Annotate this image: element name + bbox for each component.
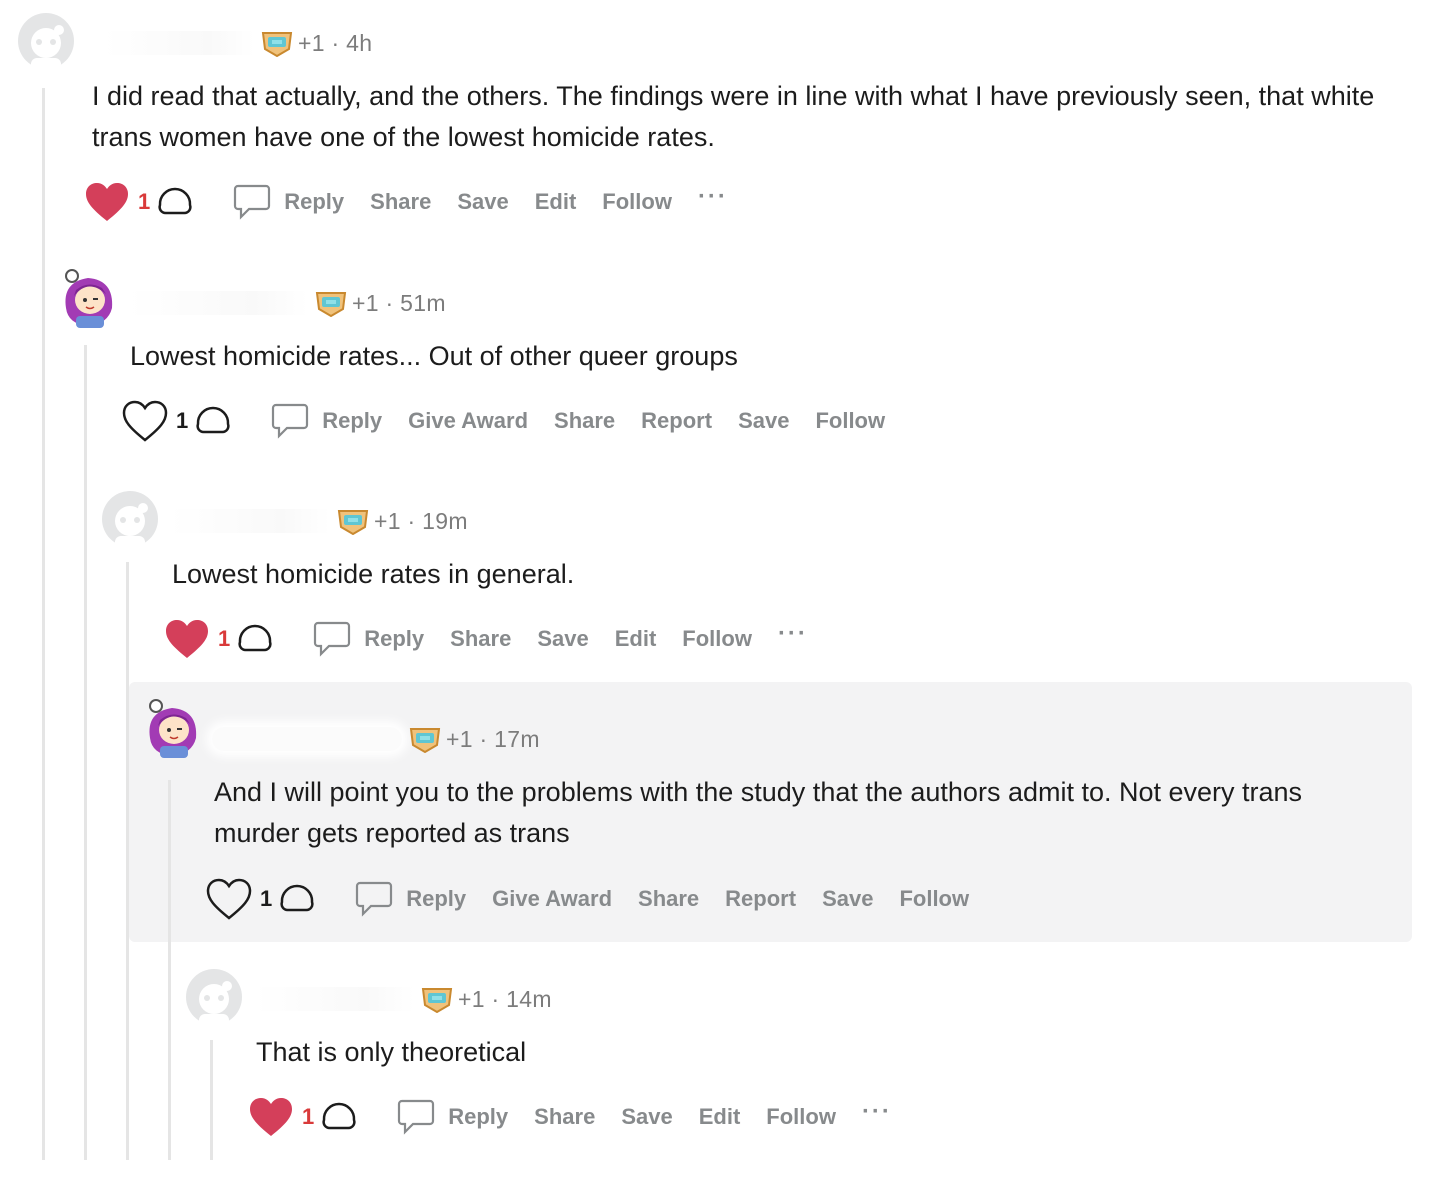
follow-button[interactable]: Follow — [766, 1104, 836, 1130]
username-redacted[interactable] — [254, 987, 414, 1011]
comment-bubble-icon[interactable] — [396, 1097, 436, 1137]
default-avatar-icon[interactable] — [101, 490, 159, 548]
share-button[interactable]: Share — [554, 408, 615, 434]
comment-bubble-icon[interactable] — [270, 401, 310, 441]
comment-actions: 1 Reply Give Award Share Report Save Fol… — [122, 399, 911, 443]
comment-meta: +1 · 19m — [374, 507, 468, 534]
report-button[interactable]: Report — [641, 408, 712, 434]
share-button[interactable]: Share — [534, 1104, 595, 1130]
more-options-icon[interactable]: ··· — [862, 1098, 892, 1126]
comment-bubble-icon[interactable] — [312, 619, 352, 659]
comment-header: +1 · 14m — [254, 984, 552, 1014]
share-button[interactable]: Share — [638, 886, 699, 912]
give-award-button[interactable]: Give Award — [492, 886, 612, 912]
vote-count: 1 — [302, 1104, 315, 1129]
reply-button[interactable]: Reply — [284, 189, 344, 215]
flair-badge-icon — [409, 728, 441, 753]
comment-bubble-icon[interactable] — [354, 879, 394, 919]
comment-text: That is only theoretical — [256, 1037, 527, 1067]
anime-avatar-icon[interactable] — [142, 694, 202, 766]
upvote-icon[interactable] — [276, 880, 318, 918]
username-redacted[interactable] — [170, 509, 330, 533]
comment-header: +1 · 4h — [104, 28, 372, 58]
flair-badge-icon — [261, 32, 293, 57]
thread-line-1[interactable] — [42, 88, 45, 1160]
reply-button[interactable]: Reply — [322, 408, 382, 434]
reply-button[interactable]: Reply — [448, 1104, 508, 1130]
reply-button[interactable]: Reply — [364, 626, 424, 652]
comment-meta: +1 · 4h — [298, 29, 373, 56]
heart-icon[interactable] — [206, 878, 252, 920]
upvote-icon[interactable] — [192, 402, 234, 440]
comment-header: +1 · 51m — [128, 288, 446, 318]
comment-actions: 1 Reply Give Award Share Report Save Fol… — [206, 877, 995, 921]
follow-button[interactable]: Follow — [899, 886, 969, 912]
heart-icon[interactable] — [164, 618, 210, 660]
save-button[interactable]: Save — [537, 626, 588, 652]
save-button[interactable]: Save — [738, 408, 789, 434]
comment-text: Lowest homicide rates... Out of other qu… — [130, 341, 738, 371]
heart-icon[interactable] — [122, 400, 168, 442]
thread-line-2[interactable] — [84, 345, 87, 1160]
comment-actions: 1 Reply Share Save Edit Follow ··· — [248, 1095, 918, 1139]
follow-button[interactable]: Follow — [602, 189, 672, 215]
vote-count: 1 — [176, 408, 189, 433]
comment-actions: 1 Reply Share Save Edit Follow ··· — [164, 617, 834, 661]
give-award-button[interactable]: Give Award — [408, 408, 528, 434]
comment-meta: +1 · 14m — [458, 985, 552, 1012]
share-button[interactable]: Share — [450, 626, 511, 652]
report-button[interactable]: Report — [725, 886, 796, 912]
comment-meta: +1 · 17m — [446, 725, 540, 752]
default-avatar-icon[interactable] — [17, 12, 75, 70]
comment-text: I did read that actually, and the others… — [92, 81, 1375, 152]
edit-button[interactable]: Edit — [615, 626, 657, 652]
heart-icon[interactable] — [84, 181, 130, 223]
username-redacted[interactable] — [212, 727, 402, 751]
default-avatar-icon[interactable] — [185, 968, 243, 1026]
comment-text: And I will point you to the problems wit… — [214, 777, 1303, 848]
save-button[interactable]: Save — [621, 1104, 672, 1130]
comment-header: +1 · 17m — [212, 724, 540, 754]
comment-text: Lowest homicide rates in general. — [172, 559, 575, 589]
anime-avatar-icon[interactable] — [58, 268, 118, 332]
username-redacted[interactable] — [104, 31, 254, 55]
follow-button[interactable]: Follow — [682, 626, 752, 652]
flair-badge-icon — [315, 292, 347, 317]
flair-badge-icon — [421, 988, 453, 1013]
upvote-icon[interactable] — [234, 620, 276, 658]
thread-line-4[interactable] — [168, 780, 171, 1160]
reply-button[interactable]: Reply — [406, 886, 466, 912]
flair-badge-icon — [337, 510, 369, 535]
comment-bubble-icon[interactable] — [232, 182, 272, 222]
edit-button[interactable]: Edit — [535, 189, 577, 215]
more-options-icon[interactable]: ··· — [778, 620, 808, 648]
heart-icon[interactable] — [248, 1096, 294, 1138]
vote-count: 1 — [218, 626, 231, 651]
comment-meta: +1 · 51m — [352, 289, 446, 316]
username-redacted[interactable] — [128, 291, 308, 315]
more-options-icon[interactable]: ··· — [698, 183, 728, 211]
save-button[interactable]: Save — [457, 189, 508, 215]
upvote-icon[interactable] — [154, 183, 196, 221]
comment-actions: 1 Reply Share Save Edit Follow ··· — [84, 180, 754, 224]
follow-button[interactable]: Follow — [815, 408, 885, 434]
upvote-icon[interactable] — [318, 1098, 360, 1136]
save-button[interactable]: Save — [822, 886, 873, 912]
thread-line-5[interactable] — [210, 1040, 213, 1160]
vote-count: 1 — [260, 886, 273, 911]
edit-button[interactable]: Edit — [699, 1104, 741, 1130]
vote-count: 1 — [138, 189, 151, 214]
share-button[interactable]: Share — [370, 189, 431, 215]
comment-header: +1 · 19m — [170, 506, 468, 536]
